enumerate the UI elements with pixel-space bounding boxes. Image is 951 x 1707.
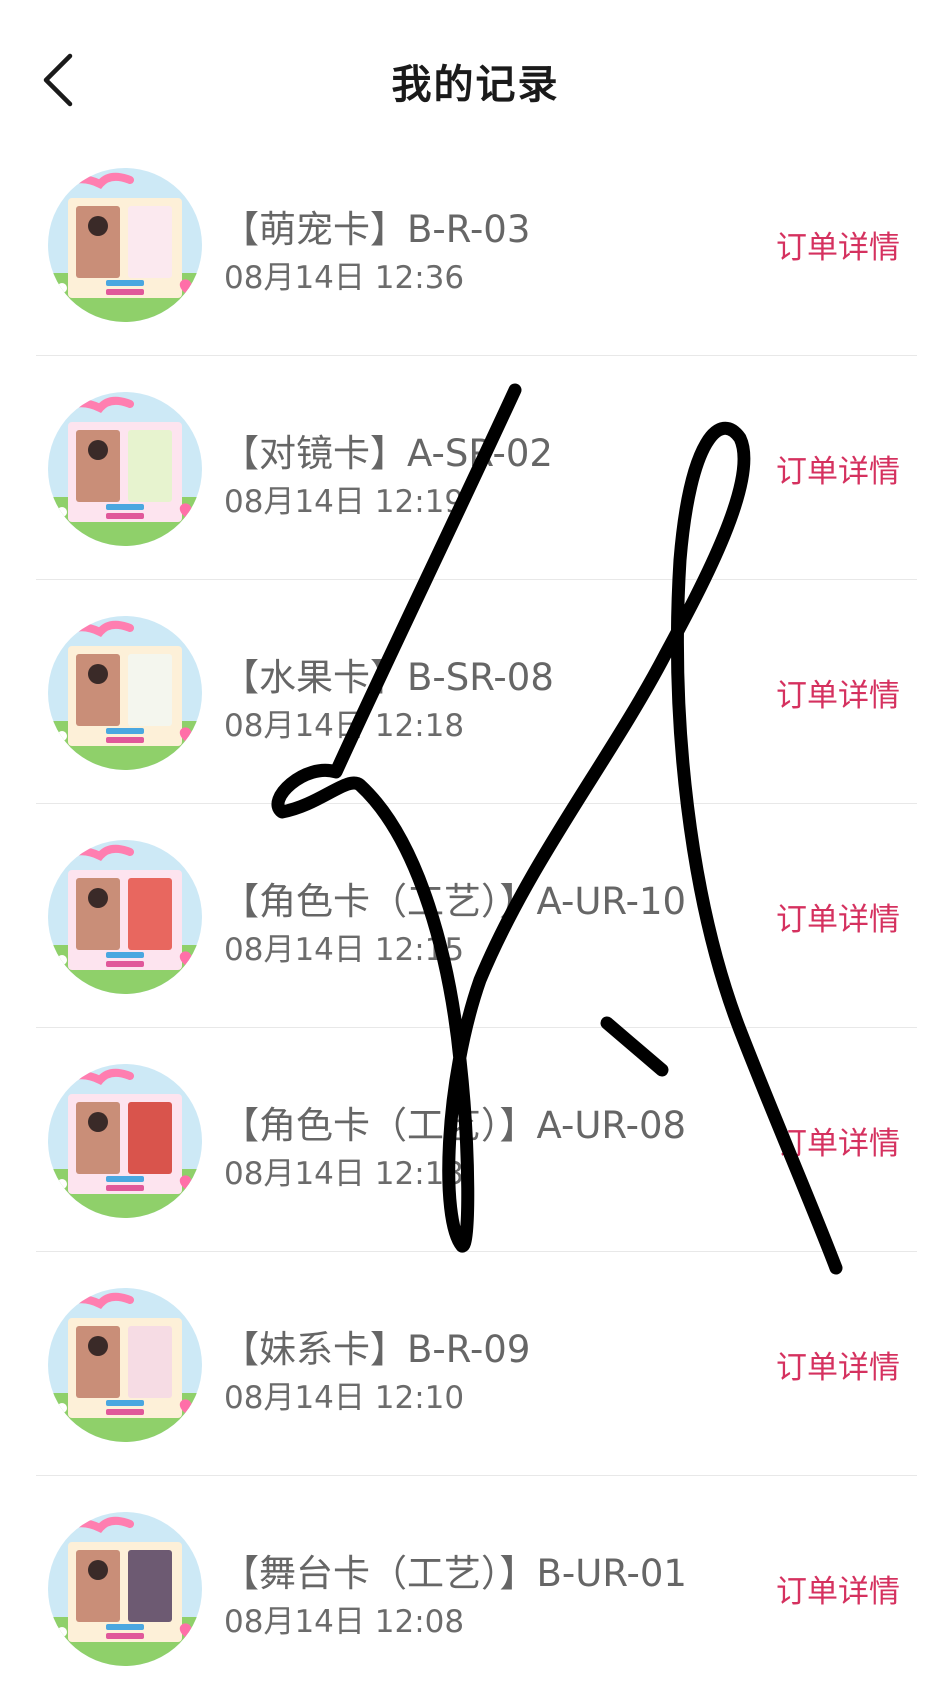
page-title: 我的记录 <box>391 62 560 108</box>
record-time: 08月14日 12:19 <box>224 484 465 520</box>
record-title: 【对镜卡】A-SR-02 <box>222 432 553 475</box>
record-row[interactable]: 【角色卡（工艺）】A-UR-10 08月14日 12:15 订单详情 <box>0 804 951 1028</box>
record-row[interactable]: 【水果卡】B-SR-08 08月14日 12:18 订单详情 <box>0 580 951 804</box>
record-title: 【角色卡（工艺）】A-UR-10 <box>222 880 687 923</box>
record-title: 【萌宠卡】B-R-03 <box>222 208 531 251</box>
card-thumbnail <box>48 168 202 322</box>
order-detail-link[interactable]: 订单详情 <box>776 1118 900 1163</box>
order-detail-link[interactable]: 订单详情 <box>776 1566 900 1611</box>
record-time: 08月14日 12:08 <box>224 1604 465 1640</box>
order-detail-link[interactable]: 订单详情 <box>776 670 900 715</box>
card-thumbnail <box>48 1064 202 1218</box>
record-row[interactable]: 【妹系卡】B-R-09 08月14日 12:10 订单详情 <box>0 1252 951 1476</box>
record-title: 【舞台卡（工艺）】B-UR-01 <box>222 1552 687 1595</box>
order-detail-link[interactable]: 订单详情 <box>776 894 900 939</box>
card-thumbnail <box>48 1288 202 1442</box>
card-thumbnail <box>48 1512 202 1666</box>
order-detail-link[interactable]: 订单详情 <box>776 1342 900 1387</box>
record-row[interactable]: 【舞台卡（工艺）】B-UR-01 08月14日 12:08 订单详情 <box>0 1476 951 1700</box>
card-thumbnail <box>48 840 202 994</box>
card-thumbnail <box>48 392 202 546</box>
record-time: 08月14日 12:13 <box>224 1156 465 1192</box>
header-bar: 我的记录 <box>0 0 951 150</box>
record-time: 08月14日 12:10 <box>224 1380 465 1416</box>
record-time: 08月14日 12:36 <box>224 260 465 296</box>
record-time: 08月14日 12:18 <box>224 708 465 744</box>
record-row[interactable]: 【萌宠卡】B-R-03 08月14日 12:36 订单详情 <box>0 132 951 356</box>
record-row[interactable]: 【角色卡（工艺）】A-UR-08 08月14日 12:13 订单详情 <box>0 1028 951 1252</box>
record-time: 08月14日 12:15 <box>224 932 465 968</box>
record-title: 【妹系卡】B-R-09 <box>222 1328 531 1371</box>
order-detail-link[interactable]: 订单详情 <box>776 446 900 491</box>
record-list: 【萌宠卡】B-R-03 08月14日 12:36 订单详情 【对镜卡】A-SR-02 0… <box>0 132 951 1700</box>
order-detail-link[interactable]: 订单详情 <box>776 222 900 267</box>
record-title: 【水果卡】B-SR-08 <box>222 656 554 699</box>
record-row[interactable]: 【对镜卡】A-SR-02 08月14日 12:19 订单详情 <box>0 356 951 580</box>
card-thumbnail <box>48 616 202 770</box>
record-title: 【角色卡（工艺）】A-UR-08 <box>222 1104 687 1147</box>
